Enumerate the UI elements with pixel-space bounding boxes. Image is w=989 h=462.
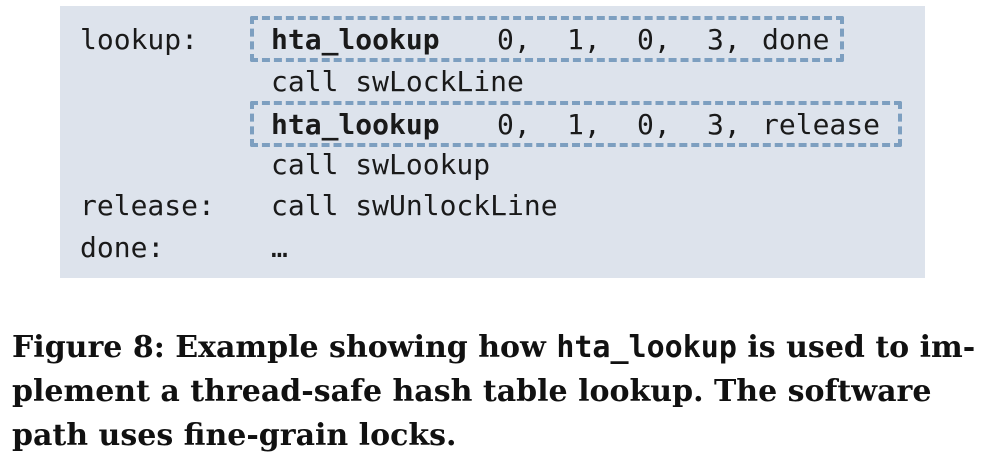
arg-3d: 3, <box>707 108 741 141</box>
arg-1a: 0, <box>497 23 531 56</box>
caption-prefix: Figure 8: Example showing how <box>12 330 557 365</box>
ellipsis: … <box>271 231 288 264</box>
arg-1-target: done <box>762 23 830 56</box>
label-release: release: <box>80 189 215 222</box>
call-swlockline: call swLockLine <box>271 65 524 98</box>
label-done: done: <box>80 231 165 264</box>
arg-1d: 3, <box>707 23 741 56</box>
label-lookup: lookup: <box>80 23 199 56</box>
hta-lookup-op-2: hta_lookup <box>271 108 440 141</box>
call-swunlockline: call swUnlockLine <box>271 189 558 222</box>
call-swlookup: call swLookup <box>271 148 491 181</box>
figure-caption: Figure 8: Example showing how hta_lookup… <box>12 326 982 458</box>
hta-lookup-op-1: hta_lookup <box>271 23 440 56</box>
arg-3-target: release <box>762 108 881 141</box>
arg-3a: 0, <box>497 108 531 141</box>
arg-1b: 1, <box>567 23 601 56</box>
caption-code: hta_lookup <box>556 330 737 365</box>
arg-3c: 0, <box>637 108 671 141</box>
arg-3b: 1, <box>567 108 601 141</box>
arg-1c: 0, <box>637 23 671 56</box>
